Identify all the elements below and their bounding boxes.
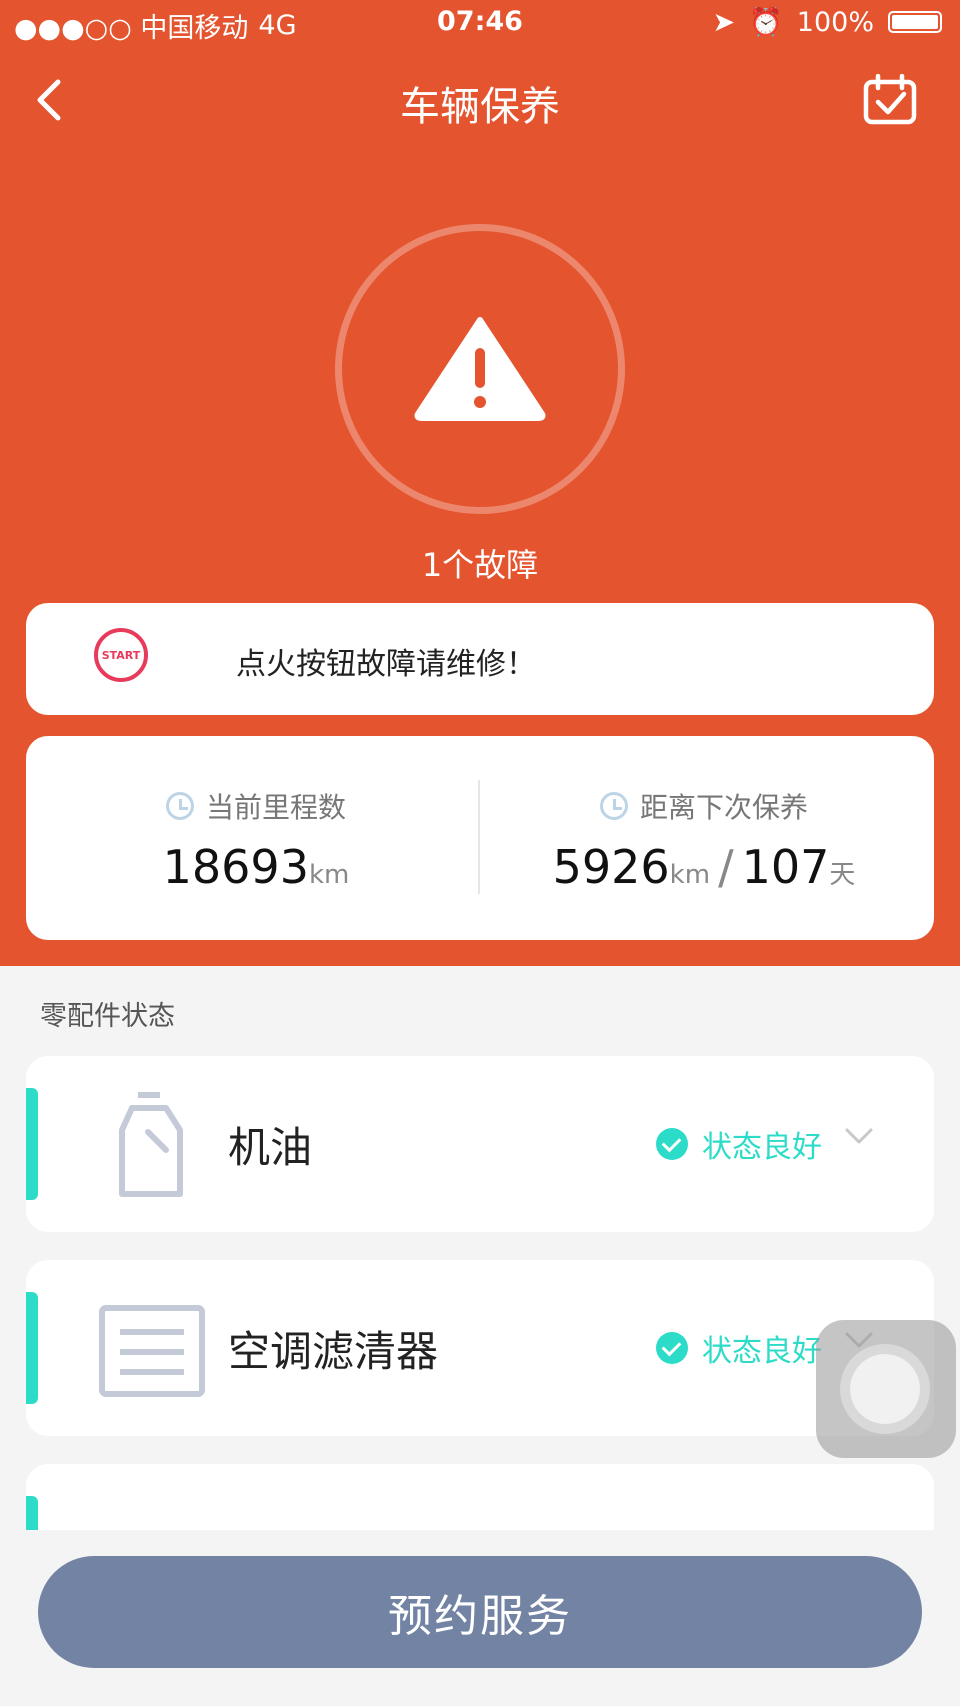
- next-service: 距离下次保养 5926km/107天: [484, 786, 924, 894]
- fault-count: 1个故障: [421, 546, 539, 584]
- status-bar: ●●●○○ 中国移动 4G 07:46 ➤ ⏰ 100%: [0, 0, 960, 48]
- part-item-ac-filter[interactable]: 空调滤清器 状态良好: [26, 1260, 934, 1436]
- part-status-bar: [26, 1088, 38, 1200]
- battery-icon: [888, 11, 942, 33]
- next-service-label: 距离下次保养: [639, 791, 808, 824]
- next-service-km-unit: km: [669, 860, 711, 890]
- part-status-bar: [26, 1292, 38, 1404]
- next-service-days-unit: 天: [829, 860, 856, 890]
- calendar-check-icon[interactable]: [862, 74, 918, 126]
- gauge-icon: [165, 792, 194, 820]
- assistive-touch-button[interactable]: [816, 1320, 956, 1458]
- current-mileage-value: 18693: [162, 840, 309, 894]
- part-status: 状态良好: [656, 1326, 822, 1370]
- page-title: 车辆保养: [400, 84, 560, 130]
- part-item-oil[interactable]: 机油 状态良好: [26, 1056, 934, 1232]
- filter-icon: [99, 1305, 205, 1397]
- part-name: 机油: [228, 1123, 313, 1172]
- current-mileage-label: 当前里程数: [205, 791, 346, 824]
- fault-alert-card[interactable]: START 点火按钮故障请维修！: [26, 603, 934, 715]
- clock-icon: [599, 792, 628, 820]
- separator: /: [718, 840, 734, 894]
- next-service-km: 5926: [552, 840, 670, 894]
- part-name: 空调滤清器: [228, 1327, 439, 1376]
- mileage-card: 当前里程数 18693km 距离下次保养 5926km/107天: [26, 736, 934, 940]
- start-button-icon: START: [94, 628, 148, 682]
- next-service-days: 107: [741, 840, 830, 894]
- warning-icon: [414, 317, 546, 421]
- section-title: 零配件状态: [40, 1001, 175, 1032]
- part-status-text: 状态良好: [702, 1334, 822, 1369]
- book-service-button[interactable]: 预约服务: [38, 1556, 922, 1668]
- chevron-down-icon[interactable]: [844, 1126, 874, 1146]
- check-circle-icon: [656, 1332, 688, 1364]
- check-circle-icon: [656, 1128, 688, 1160]
- location-icon: ➤: [712, 6, 736, 38]
- oil-bottle-icon: [119, 1092, 183, 1197]
- current-mileage-unit: km: [308, 860, 350, 890]
- fault-message: 点火按钮故障请维修！: [236, 647, 536, 682]
- current-mileage: 当前里程数 18693km: [36, 786, 476, 894]
- divider: [478, 780, 480, 894]
- part-status: 状态良好: [656, 1122, 822, 1166]
- part-status-text: 状态良好: [702, 1130, 822, 1165]
- battery-percent: 100%: [796, 6, 874, 38]
- alarm-icon: ⏰: [749, 7, 783, 38]
